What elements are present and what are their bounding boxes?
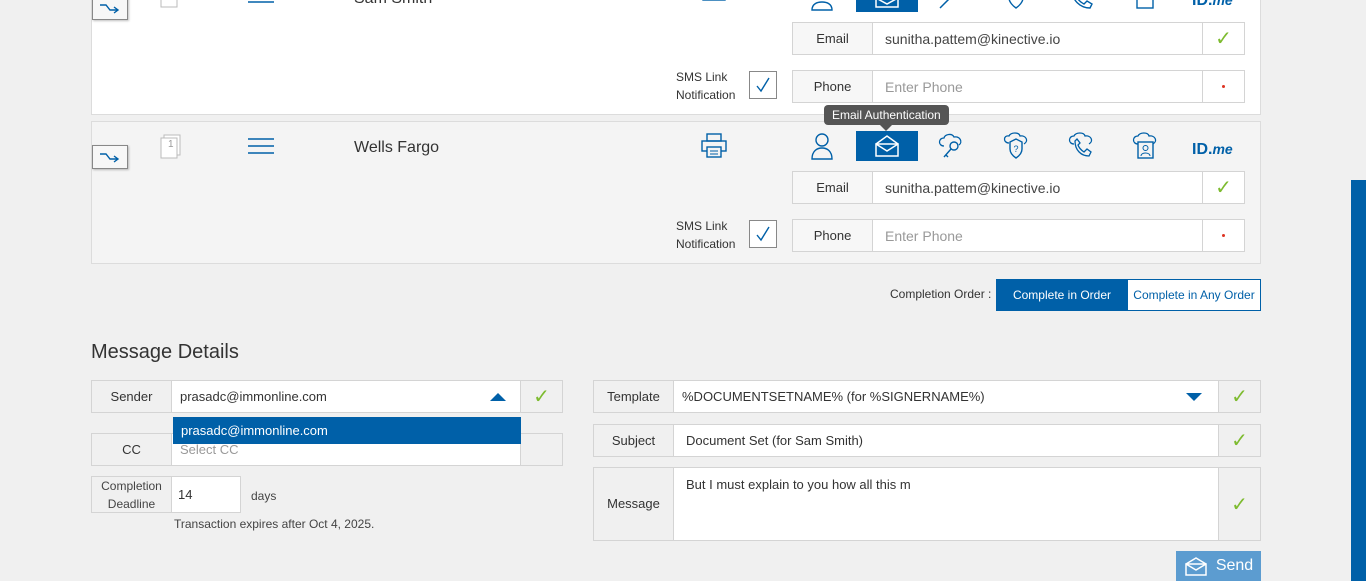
caret-down-icon[interactable] [1186,392,1202,402]
email-auth-tooltip: Email Authentication [824,105,949,131]
signer-name: Wells Fargo [354,139,440,156]
deadline-unit: days [251,489,277,503]
sms-label-line2: Notification [676,88,736,102]
email-auth-icon[interactable] [856,131,918,161]
idme-auth-icon[interactable]: ID.me [1192,141,1233,159]
check-icon: ✓ [1218,425,1260,456]
phone-field-row: Phone Enter Phone [792,70,1245,103]
check-icon: ✓ [1218,381,1260,412]
sender-field-row: Sender prasadc@immonline.com ✓ [91,380,563,413]
idme-auth-icon[interactable]: ID.me [1192,0,1233,10]
password-auth-icon[interactable] [920,0,982,12]
sms-notification-label: SMS Link Notification [676,68,735,104]
drag-handle-icon[interactable] [248,0,274,4]
expand-signer-button[interactable] [92,145,128,169]
phone-field-row: Phone Enter Phone [792,219,1245,252]
subject-input[interactable]: Document Set (for Sam Smith) [674,425,1218,456]
deadline-label: Completion Deadline [92,477,172,512]
document-icon [160,0,180,10]
drag-handle-icon[interactable] [248,138,274,154]
completion-order-label: Completion Order : [890,287,992,301]
send-mail-icon [1185,557,1207,576]
sms-notification-checkbox[interactable] [749,71,777,99]
required-indicator [1202,220,1244,251]
check-icon: ✓ [1218,468,1260,540]
expand-signer-button[interactable] [92,0,128,20]
phone-label: Phone [793,220,873,251]
deadline-label-line1: Completion [101,478,162,493]
deadline-input[interactable]: 14 [172,477,240,512]
sms-label-line1: SMS Link [676,219,728,233]
print-icon[interactable] [700,0,728,10]
send-label: Send [1215,557,1254,574]
template-field-row: Template %DOCUMENTSETNAME% (for %SIGNERN… [593,380,1261,413]
check-icon: ✓ [520,381,562,412]
expiry-note: Transaction expires after Oct 4, 2025. [174,517,375,531]
id-auth-icon[interactable] [1114,131,1176,161]
template-label: Template [594,381,674,412]
email-label: Email [793,23,873,54]
template-value: %DOCUMENTSETNAME% (for %SIGNERNAME%) [682,389,985,404]
complete-any-order-button[interactable]: Complete in Any Order [1127,279,1261,311]
svg-text:?: ? [1013,144,1018,154]
kba-auth-icon[interactable] [985,0,1047,12]
phone-auth-icon[interactable] [1050,0,1112,12]
subject-field-row: Subject Document Set (for Sam Smith) ✓ [593,424,1261,457]
idme-text: ID. [1192,0,1213,9]
message-field-row: Message But I must explain to you how al… [593,467,1261,541]
sender-dropdown-option[interactable]: prasadc@immonline.com [173,417,521,444]
deadline-label-line2: Deadline [107,496,156,511]
email-auth-icon[interactable] [856,0,918,12]
cc-check-slot [520,434,562,465]
email-field-row: Email sunitha.pattem@kinective.io ✓ [792,22,1245,55]
kba-auth-icon[interactable]: ? [985,131,1047,161]
caret-up-icon[interactable] [490,392,506,402]
check-icon: ✓ [1202,23,1244,54]
deadline-field-row: Completion Deadline 14 [91,476,241,513]
sms-label-line1: SMS Link [676,70,728,84]
document-count: 1 [168,139,174,150]
id-auth-icon[interactable] [1114,0,1176,12]
send-button[interactable]: Send [1176,551,1261,581]
email-input[interactable]: sunitha.pattem@kinective.io [873,23,1202,54]
template-select[interactable]: %DOCUMENTSETNAME% (for %SIGNERNAME%) [674,381,1218,412]
phone-input[interactable]: Enter Phone [873,220,1202,251]
signer-name: Sam Smith [354,0,432,8]
sender-input[interactable]: prasadc@immonline.com [172,381,520,412]
check-icon: ✓ [1202,172,1244,203]
required-indicator [1202,71,1244,102]
sms-notification-checkbox[interactable] [749,220,777,248]
sender-value: prasadc@immonline.com [180,389,327,404]
idme-suffix: me [1212,0,1233,8]
idme-suffix: me [1212,141,1233,157]
cc-label: CC [92,434,172,465]
idme-text: ID. [1192,141,1213,158]
phone-label: Phone [793,71,873,102]
complete-in-order-button[interactable]: Complete in Order [996,279,1128,311]
sms-label-line2: Notification [676,237,736,251]
email-label: Email [793,172,873,203]
email-field-row: Email sunitha.pattem@kinective.io ✓ [792,171,1245,204]
message-details-title: Message Details [91,341,239,363]
sms-notification-label: SMS Link Notification [676,217,735,253]
sender-label: Sender [92,381,172,412]
email-input[interactable]: sunitha.pattem@kinective.io [873,172,1202,203]
signer-auth-none-icon[interactable] [791,0,853,12]
phone-input[interactable]: Enter Phone [873,71,1202,102]
phone-auth-icon[interactable] [1050,131,1112,161]
page-scrollbar[interactable] [1351,180,1366,581]
password-auth-icon[interactable] [920,131,982,161]
message-textarea[interactable]: But I must explain to you how all this m [674,468,1218,540]
print-icon[interactable] [700,133,728,159]
signer-auth-none-icon[interactable] [791,131,853,161]
subject-label: Subject [594,425,674,456]
message-label: Message [594,468,674,540]
